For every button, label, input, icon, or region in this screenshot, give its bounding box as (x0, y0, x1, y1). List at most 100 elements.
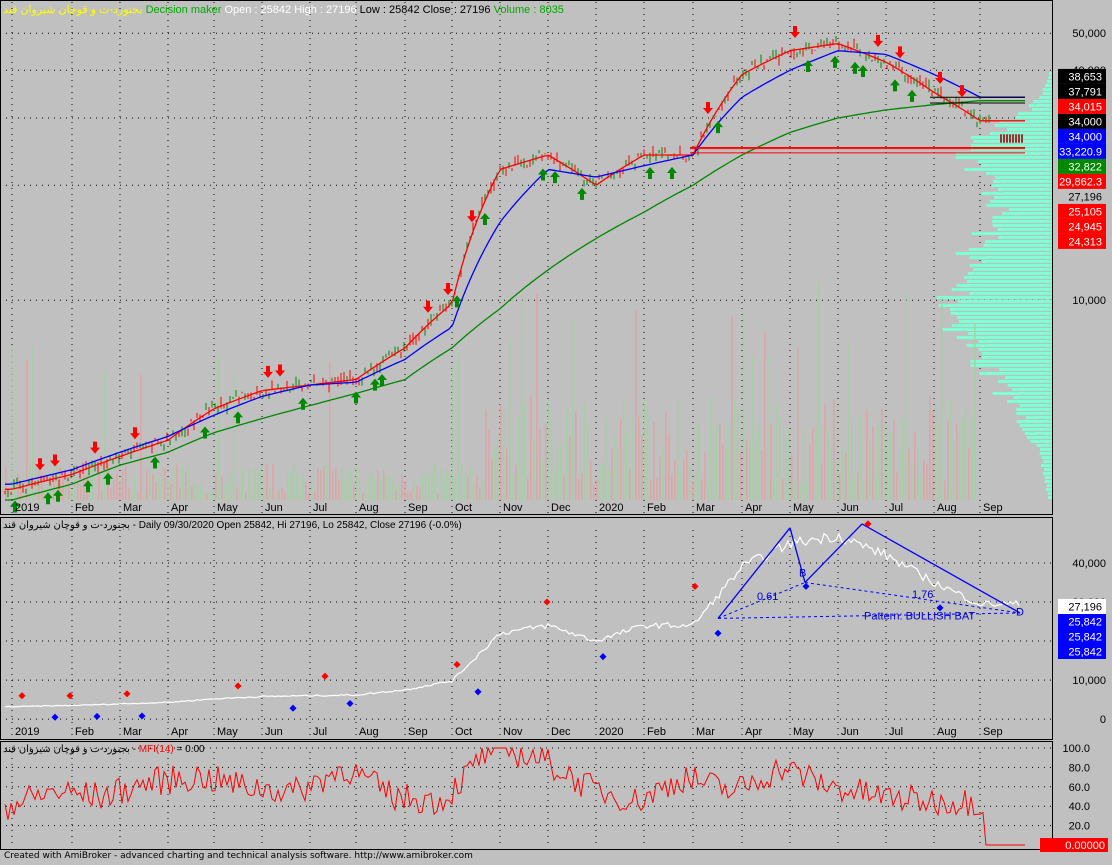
volume-bar (65, 477, 67, 500)
volume-bar (647, 407, 649, 500)
volume-bar (104, 372, 106, 500)
volume-bar (548, 401, 550, 500)
volume-bar (506, 448, 508, 500)
mfi-title-indicator: MFI(14) (139, 744, 174, 755)
volume-profile-bar (1044, 476, 1052, 479)
volume-bar (710, 397, 712, 500)
volume-bar (377, 471, 379, 500)
price-bar (1012, 134, 1014, 143)
volume-bar (887, 439, 889, 500)
volume-bar (575, 411, 577, 500)
volume-profile-bar (942, 328, 1052, 331)
volume-profile-bar (1046, 484, 1052, 487)
volume-bar (95, 493, 97, 500)
volume-bar (785, 437, 787, 500)
price-label-text: 34,000 (1068, 116, 1102, 128)
price-x-tick-label: Mar (123, 502, 142, 514)
volume-profile-bar (994, 196, 1052, 199)
volume-bar (929, 396, 931, 500)
volume-profile-bar (1048, 72, 1052, 75)
volume-bar (257, 469, 259, 500)
volume-bar (509, 339, 511, 500)
volume-bar (854, 478, 856, 500)
volume-bar (848, 343, 850, 500)
header-symbol: بجنورد-ت و قوچان شيروان قند (3, 4, 143, 16)
volume-profile-bar (981, 260, 1052, 263)
volume-bar (347, 469, 349, 500)
price-bar (1006, 134, 1008, 143)
price-bar (1009, 134, 1011, 143)
price-x-tick-label: 2019 (15, 502, 39, 514)
volume-bar (881, 408, 883, 500)
volume-bar (578, 478, 580, 500)
volume-bar (197, 487, 199, 500)
volume-profile-bar (1016, 408, 1052, 411)
volume-bar (872, 426, 874, 500)
mfi-y-tick-label: 100.0 (1062, 743, 1090, 755)
volume-bar (161, 474, 163, 500)
volume-bar (260, 467, 262, 500)
volume-bar (974, 323, 976, 500)
volume-bar (737, 410, 739, 500)
volume-bar (413, 480, 415, 500)
volume-bar (248, 469, 250, 500)
volume-bar (875, 476, 877, 500)
volume-bar (476, 476, 478, 500)
volume-bar (38, 470, 40, 500)
volume-bar (554, 470, 556, 500)
volume-profile-bar (1048, 76, 1052, 79)
volume-bar (536, 293, 538, 500)
volume-profile-bar (968, 248, 1052, 251)
volume-bar (149, 467, 151, 500)
volume-bar (68, 479, 70, 500)
volume-bar (470, 467, 472, 500)
pattern-price-label-text: 27,196 (1068, 602, 1102, 614)
footer-credit: Created with AmiBroker - advanced charti… (4, 851, 473, 861)
volume-bar (356, 468, 358, 500)
volume-bar (395, 489, 397, 500)
volume-profile-bar (1036, 444, 1052, 447)
volume-bar (362, 493, 364, 500)
pattern-x-tick-label: Mar (696, 726, 715, 738)
volume-bar (650, 480, 652, 500)
volume-profile-bar (1024, 432, 1052, 435)
volume-bar (680, 470, 682, 500)
volume-bar (845, 453, 847, 500)
volume-profile-bar (1001, 212, 1052, 215)
volume-bar (746, 440, 748, 500)
price-x-tick-label: Aug (359, 502, 379, 514)
volume-bar (770, 424, 772, 500)
volume-bar (698, 423, 700, 500)
mfi-title-value: = 0.00 (174, 744, 205, 755)
volume-bar (239, 487, 241, 500)
volume-bar (152, 473, 154, 500)
pattern-x-tick-label: Jun (841, 726, 859, 738)
volume-profile-bar (957, 316, 1052, 319)
pattern-x-tick-label: Jun (265, 726, 283, 738)
volume-bar (725, 448, 727, 500)
volume-bar (827, 429, 829, 500)
volume-bar (602, 462, 604, 500)
volume-bar (272, 464, 274, 500)
price-label-text: 29,862.3 (1059, 176, 1102, 188)
price-x-tick-label: Apr (745, 502, 762, 514)
volume-bar (53, 481, 55, 500)
volume-bar (530, 396, 532, 500)
volume-bar (473, 485, 475, 500)
volume-profile-bar (1028, 104, 1052, 107)
volume-profile-bar (998, 188, 1052, 191)
pattern-x-tick-label: Aug (937, 726, 957, 738)
volume-bar (101, 490, 103, 500)
volume-bar (263, 489, 265, 500)
volume-bar (218, 355, 220, 500)
volume-bar (941, 299, 943, 500)
volume-bar (290, 472, 292, 500)
volume-bar (488, 429, 490, 500)
price-label-text: 27,196 (1068, 191, 1102, 203)
volume-bar (143, 491, 145, 500)
volume-bar (497, 436, 499, 500)
volume-bar (503, 410, 505, 500)
price-x-tick-label: Jun (265, 502, 283, 514)
volume-bar (167, 479, 169, 500)
volume-bar (722, 444, 724, 500)
